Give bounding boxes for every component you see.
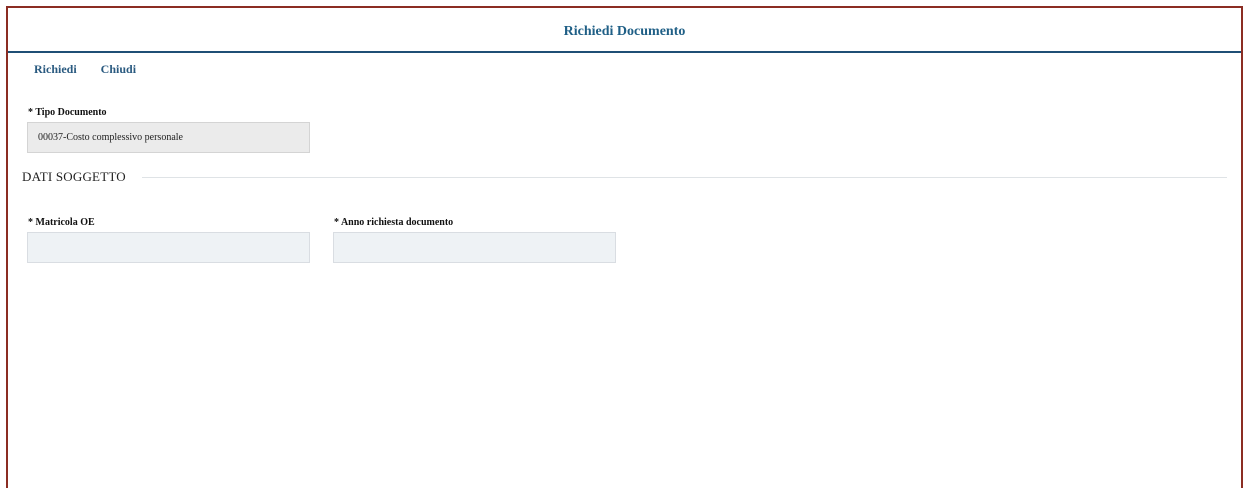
request-button[interactable]: Richiedi — [34, 61, 77, 81]
matricola-oe-input[interactable] — [27, 232, 310, 263]
anno-richiesta-input[interactable] — [333, 232, 616, 263]
dialog-header: Richiedi Documento — [8, 8, 1241, 53]
request-document-dialog: Richiedi Documento Richiedi Chiudi * Tip… — [6, 6, 1243, 488]
close-button[interactable]: Chiudi — [101, 61, 136, 81]
tipo-documento-field: 00037-Costo complessivo personale — [27, 122, 310, 153]
matricola-oe-label: * Matricola OE — [28, 217, 95, 228]
anno-richiesta-label: * Anno richiesta documento — [334, 217, 454, 228]
dati-soggetto-section-header: DATI SOGGETTO — [22, 167, 1227, 187]
dialog-title: Richiedi Documento — [563, 24, 686, 39]
tipo-documento-label: * Tipo Documento — [28, 107, 107, 118]
section-divider — [141, 176, 1227, 178]
dialog-toolbar: Richiedi Chiudi — [34, 61, 136, 81]
section-title: DATI SOGGETTO — [22, 169, 126, 184]
